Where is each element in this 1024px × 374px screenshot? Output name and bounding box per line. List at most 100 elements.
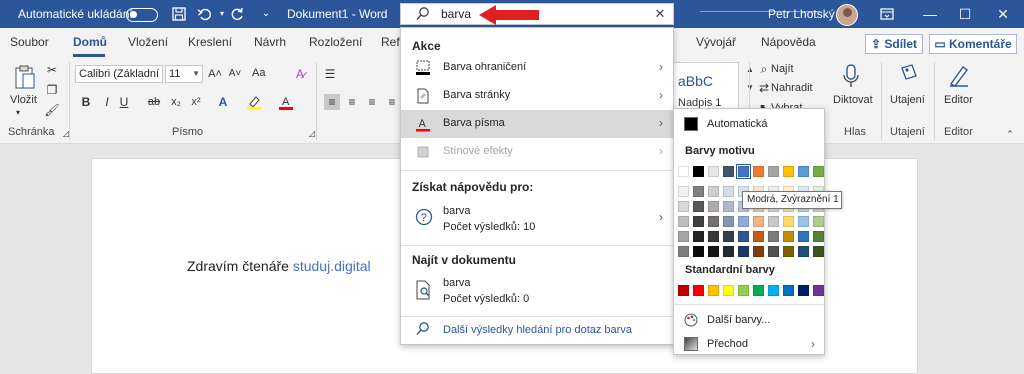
more-colors-option[interactable]: Další barvy... — [675, 308, 823, 332]
text-effects-icon[interactable]: A — [215, 94, 231, 110]
theme-color-swatch[interactable] — [768, 166, 779, 177]
theme-shade-swatch[interactable] — [738, 246, 749, 257]
document-link[interactable]: studuj.digital — [293, 258, 371, 274]
justify-icon[interactable]: ≡ — [384, 94, 400, 110]
help-result[interactable]: ? barva Počet výsledků: 10 › — [401, 198, 673, 242]
theme-shade-swatch[interactable] — [678, 201, 689, 212]
gradient-option[interactable]: Přechod › — [675, 332, 823, 356]
strikethrough-button[interactable]: ab — [146, 94, 162, 110]
copy-icon[interactable]: ❐ — [44, 82, 60, 98]
theme-shade-swatch[interactable] — [783, 246, 794, 257]
find-icon[interactable]: ⌕ — [756, 61, 772, 77]
superscript-button[interactable]: x² — [188, 94, 204, 110]
standard-color-swatch[interactable] — [813, 285, 824, 296]
theme-shade-swatch[interactable] — [783, 216, 794, 227]
theme-shade-swatch[interactable] — [813, 216, 824, 227]
dictate-button[interactable]: Diktovat — [833, 94, 873, 106]
standard-color-swatch[interactable] — [738, 285, 749, 296]
tab-navrh[interactable]: Návrh — [254, 35, 286, 49]
find-button[interactable]: Najít — [771, 63, 794, 75]
automatic-color-option[interactable]: Automatická — [675, 112, 823, 136]
more-results-link[interactable]: Další výsledky hledání pro dotaz barva — [443, 324, 632, 336]
theme-shade-swatch[interactable] — [753, 216, 764, 227]
standard-color-swatch[interactable] — [693, 285, 704, 296]
paste-label[interactable]: Vložit — [10, 94, 37, 106]
standard-color-swatch[interactable] — [798, 285, 809, 296]
standard-color-swatch[interactable] — [723, 285, 734, 296]
theme-shade-swatch[interactable] — [798, 246, 809, 257]
theme-shade-swatch[interactable] — [753, 246, 764, 257]
theme-shade-swatch[interactable] — [693, 216, 704, 227]
sensitivity-button[interactable]: Utajení — [890, 94, 925, 106]
theme-shade-swatch[interactable] — [813, 246, 824, 257]
font-color-icon[interactable]: A — [278, 94, 294, 110]
theme-shade-swatch[interactable] — [783, 231, 794, 242]
editor-icon[interactable] — [948, 64, 970, 88]
subscript-button[interactable]: x₂ — [168, 94, 184, 110]
user-name[interactable]: Petr Lhotský — [768, 0, 835, 28]
comments-button[interactable]: ▭ Komentáře — [929, 34, 1017, 54]
editor-button[interactable]: Editor — [944, 94, 973, 106]
autosave-toggle[interactable] — [126, 8, 158, 22]
action-shadow-effects[interactable]: Stínové efekty › — [401, 138, 673, 166]
standard-color-swatch[interactable] — [768, 285, 779, 296]
font-size-dropdown[interactable]: 11 ▼ — [165, 65, 203, 83]
font-launcher-icon[interactable]: ◿ — [304, 126, 320, 142]
ribbon-display-icon[interactable] — [879, 6, 895, 22]
close-button[interactable]: ✕ — [995, 6, 1011, 22]
grow-font-icon[interactable]: A˄ — [207, 66, 223, 82]
theme-color-swatch[interactable] — [678, 166, 689, 177]
theme-color-swatch[interactable] — [753, 166, 764, 177]
document-paragraph[interactable]: Zdravím čtenáře studuj.digital — [187, 258, 371, 274]
theme-shade-swatch[interactable] — [738, 231, 749, 242]
theme-color-swatch[interactable] — [798, 166, 809, 177]
search-input[interactable] — [441, 6, 641, 22]
theme-shade-swatch[interactable] — [708, 216, 719, 227]
bullets-icon[interactable]: ☰ — [322, 66, 338, 82]
customize-toolbar-icon[interactable]: ⌄ — [258, 6, 274, 22]
theme-shade-swatch[interactable] — [768, 231, 779, 242]
minimize-button[interactable]: — — [922, 6, 938, 22]
theme-shade-swatch[interactable] — [693, 201, 704, 212]
shrink-font-icon[interactable]: A˅ — [227, 66, 243, 82]
tab-domu[interactable]: Domů — [73, 35, 107, 49]
clear-formatting-icon[interactable]: A̷ — [292, 66, 308, 82]
highlight-icon[interactable] — [246, 94, 262, 110]
italic-button[interactable]: I — [99, 94, 115, 110]
theme-shade-swatch[interactable] — [723, 246, 734, 257]
theme-shade-swatch[interactable] — [738, 216, 749, 227]
undo-dropdown-icon[interactable]: ▾ — [214, 6, 230, 22]
action-border-color[interactable]: Barva ohraničení › — [401, 54, 673, 82]
action-font-color[interactable]: A Barva písma › — [401, 110, 673, 138]
save-icon[interactable] — [171, 6, 187, 22]
theme-shade-swatch[interactable] — [798, 216, 809, 227]
format-painter-icon[interactable]: 🖌 — [44, 102, 60, 118]
theme-color-swatch[interactable] — [693, 166, 704, 177]
paste-dropdown-icon[interactable]: ▾ — [16, 108, 20, 117]
share-button[interactable]: ⇪ Sdílet — [865, 34, 923, 54]
align-center-icon[interactable]: ≡ — [344, 94, 360, 110]
action-page-color[interactable]: Barva stránky › — [401, 82, 673, 110]
replace-icon[interactable]: ⇄ — [756, 80, 772, 96]
theme-shade-swatch[interactable] — [693, 231, 704, 242]
theme-shade-swatch[interactable] — [723, 186, 734, 197]
theme-shade-swatch[interactable] — [678, 231, 689, 242]
cut-icon[interactable]: ✂ — [44, 62, 60, 78]
theme-shade-swatch[interactable] — [798, 231, 809, 242]
font-name-dropdown[interactable]: Calibri (Základní — [75, 65, 163, 83]
redo-icon[interactable] — [229, 6, 245, 22]
theme-shade-swatch[interactable] — [708, 186, 719, 197]
theme-shade-swatch[interactable] — [753, 231, 764, 242]
theme-shade-swatch[interactable] — [723, 201, 734, 212]
change-case-button[interactable]: Aa — [252, 67, 265, 79]
tab-kresleni[interactable]: Kreslení — [188, 35, 232, 49]
theme-color-swatch[interactable] — [708, 166, 719, 177]
maximize-button[interactable]: ☐ — [957, 6, 973, 22]
theme-shade-swatch[interactable] — [708, 231, 719, 242]
styles-gallery[interactable]: aBbC Nadpis 1 — [673, 62, 739, 112]
standard-color-swatch[interactable] — [678, 285, 689, 296]
sensitivity-icon[interactable] — [898, 64, 920, 88]
theme-shade-swatch[interactable] — [813, 231, 824, 242]
bold-button[interactable]: B — [78, 94, 94, 110]
underline-button[interactable]: U — [116, 94, 132, 110]
